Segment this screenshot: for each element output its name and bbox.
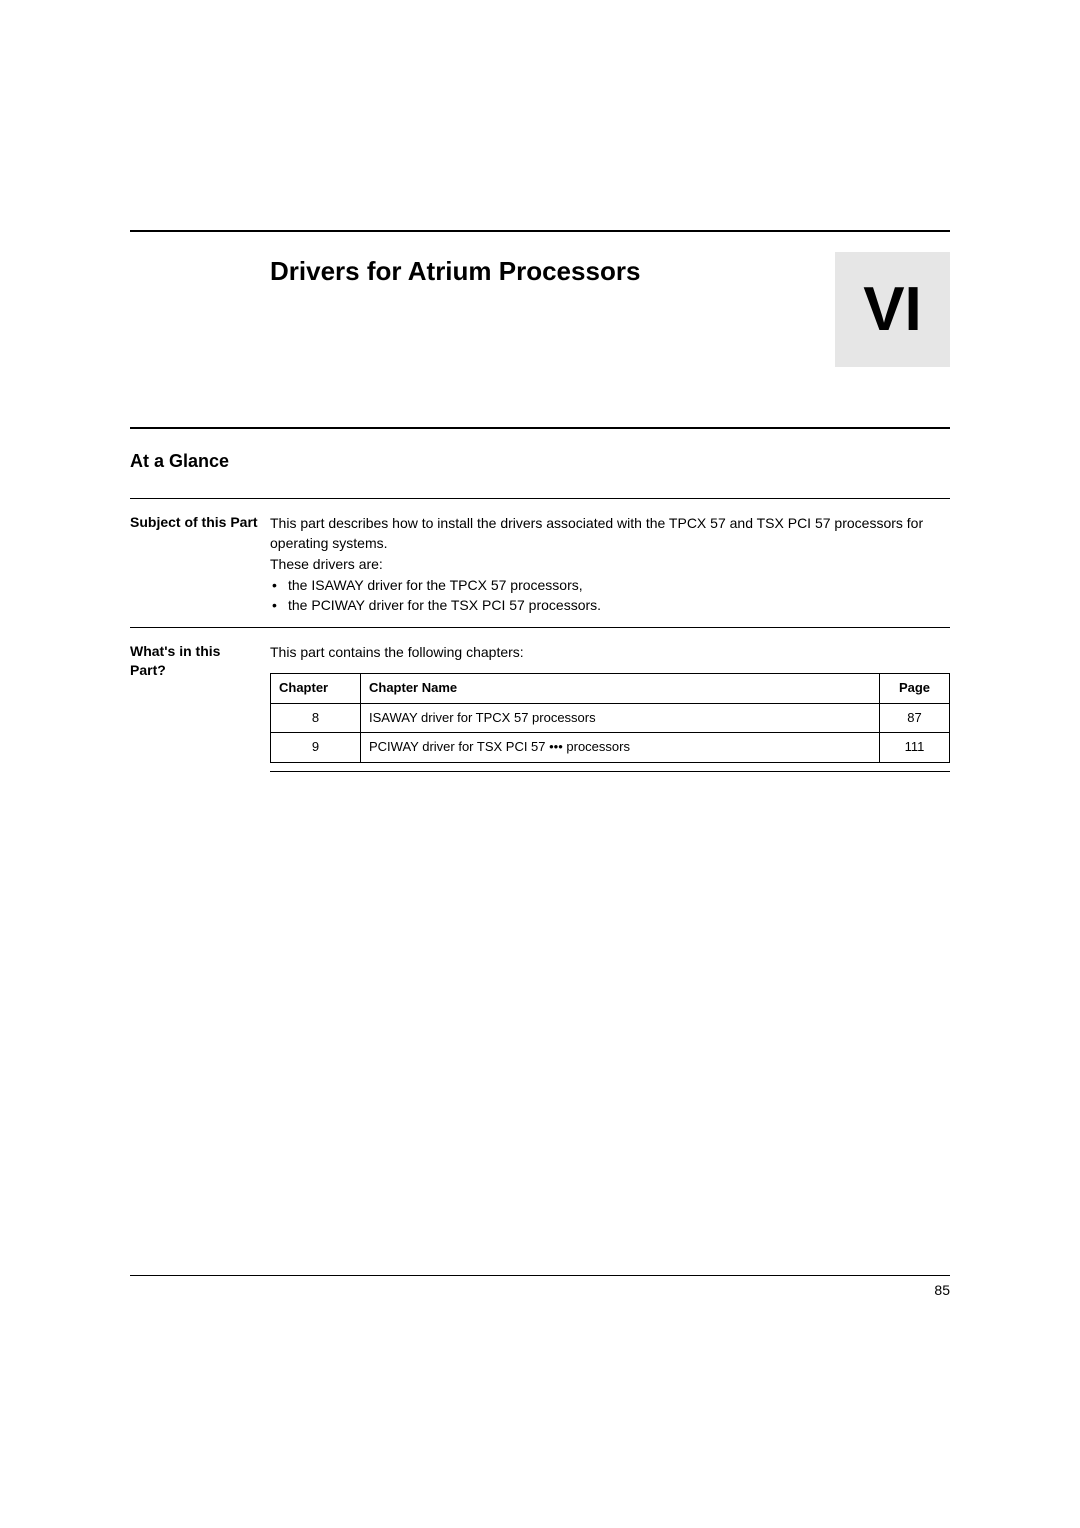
- cell-chapter: 8: [271, 703, 361, 733]
- subject-label: Subject of this Part: [130, 513, 270, 532]
- whats-in-intro: This part contains the following chapter…: [270, 642, 950, 662]
- whats-in-label: What's in this Part?: [130, 642, 270, 680]
- subject-bullets: the ISAWAY driver for the TPCX 57 proces…: [270, 575, 950, 616]
- table-row: 8 ISAWAY driver for TPCX 57 processors 8…: [271, 703, 950, 733]
- table-row: 9 PCIWAY driver for TSX PCI 57 ••• proce…: [271, 733, 950, 763]
- at-a-glance-heading: At a Glance: [130, 451, 950, 472]
- bullet-item: the PCIWAY driver for the TSX PCI 57 pro…: [270, 595, 950, 615]
- document-page: Drivers for Atrium Processors VI At a Gl…: [0, 0, 1080, 784]
- part-number: VI: [863, 274, 922, 345]
- table-bottom-rule: [270, 771, 950, 772]
- page-number-footer: 85: [130, 1275, 950, 1298]
- th-chapter: Chapter: [271, 673, 361, 703]
- chapters-table: Chapter Chapter Name Page 8 ISAWAY drive…: [270, 673, 950, 764]
- cell-name: ISAWAY driver for TPCX 57 processors: [361, 703, 880, 733]
- cell-page: 87: [880, 703, 950, 733]
- cell-page: 111: [880, 733, 950, 763]
- whats-in-row: What's in this Part? This part contains …: [130, 627, 950, 784]
- th-name: Chapter Name: [361, 673, 880, 703]
- part-title: Drivers for Atrium Processors: [270, 256, 835, 287]
- cell-name: PCIWAY driver for TSX PCI 57 ••• process…: [361, 733, 880, 763]
- subject-drivers-label: These drivers are:: [270, 554, 950, 574]
- page-number-value: 85: [934, 1282, 950, 1298]
- bullet-item: the ISAWAY driver for the TPCX 57 proces…: [270, 575, 950, 595]
- cell-chapter: 9: [271, 733, 361, 763]
- th-page: Page: [880, 673, 950, 703]
- subject-intro: This part describes how to install the d…: [270, 513, 950, 554]
- table-header-row: Chapter Chapter Name Page: [271, 673, 950, 703]
- at-a-glance-section: At a Glance Subject of this Part This pa…: [130, 427, 950, 784]
- part-number-box: VI: [835, 252, 950, 367]
- part-title-block: Drivers for Atrium Processors VI: [130, 232, 950, 367]
- whats-in-body: This part contains the following chapter…: [270, 642, 950, 772]
- subject-body: This part describes how to install the d…: [270, 513, 950, 615]
- subject-row: Subject of this Part This part describes…: [130, 498, 950, 627]
